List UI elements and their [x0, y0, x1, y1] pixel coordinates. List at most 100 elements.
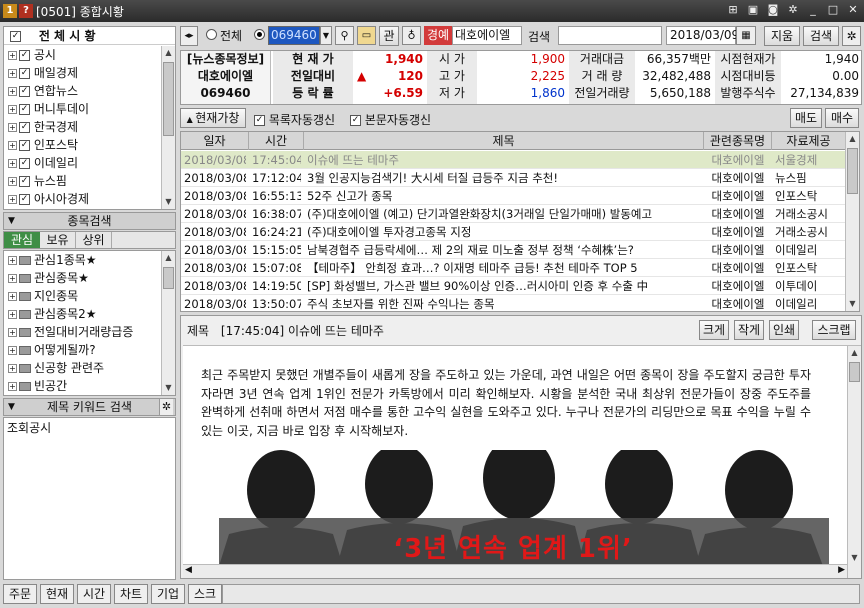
news-row[interactable]: 2018/03/08 15:15:05 남북경협주 급등락세에… 제 2의 재료 미…: [181, 241, 845, 259]
expand-icon[interactable]: +: [8, 141, 17, 150]
nav-arrows-icon[interactable]: ◂▸: [180, 26, 198, 46]
group-item[interactable]: + 전일대비거래량급증: [8, 323, 160, 341]
source-item[interactable]: + ✓ 이데일리: [8, 154, 160, 172]
source-checkbox[interactable]: ✓: [19, 140, 30, 151]
scroll-left-icon[interactable]: ◀: [185, 565, 192, 575]
source-item[interactable]: + ✓ 공시: [8, 46, 160, 64]
source-item[interactable]: + ✓ 머니투데이: [8, 100, 160, 118]
article-vscrollbar[interactable]: ▲ ▼: [847, 346, 861, 578]
date-field[interactable]: 2018/03/09: [666, 26, 739, 45]
maximize-icon[interactable]: □: [826, 3, 840, 17]
stock-search-header[interactable]: ▼ 종목검색: [3, 212, 176, 230]
keyword-value[interactable]: 조회공시: [4, 418, 175, 437]
col-date[interactable]: 일자: [181, 132, 249, 150]
expand-icon[interactable]: +: [8, 274, 17, 283]
source-checkbox[interactable]: ✓: [19, 104, 30, 115]
scroll-right-icon[interactable]: ▶: [838, 565, 845, 575]
chevron-down-icon[interactable]: ▼: [320, 26, 332, 45]
current-price-button[interactable]: ▲ 현재가창: [180, 108, 246, 128]
lock-icon[interactable]: ▣: [746, 3, 760, 17]
group-item[interactable]: + 관심종목★: [8, 269, 160, 287]
expand-icon[interactable]: +: [8, 195, 17, 204]
print-button[interactable]: 인쇄: [769, 320, 799, 340]
scrap-button[interactable]: 스크랩: [812, 320, 856, 340]
source-item[interactable]: + ✓ 연합뉴스: [8, 82, 160, 100]
sell-button[interactable]: 매도: [790, 108, 822, 128]
expand-icon[interactable]: +: [8, 382, 17, 391]
source-item[interactable]: + ✓ 아시아경제: [8, 190, 160, 208]
bottom-tab[interactable]: 현재: [40, 584, 74, 604]
expand-icon[interactable]: +: [8, 159, 17, 168]
group-scrollbar[interactable]: ▲ ▼: [161, 251, 175, 395]
expand-icon[interactable]: +: [8, 310, 17, 319]
expand-icon[interactable]: +: [8, 69, 17, 78]
source-checkbox[interactable]: ✓: [19, 86, 30, 97]
buy-button[interactable]: 매수: [825, 108, 859, 128]
source-checkbox[interactable]: ✓: [19, 50, 30, 61]
news-row[interactable]: 2018/03/08 14:19:50 [SP] 화성밸브, 가스관 밸브 90%이…: [181, 277, 845, 295]
news-row[interactable]: 2018/03/08 16:55:13 52주 신고가 종목 대호에이엘 인포스탁: [181, 187, 845, 205]
col-title[interactable]: 제목: [304, 132, 704, 150]
expand-icon[interactable]: +: [8, 328, 17, 337]
all-checkbox[interactable]: ✓: [10, 31, 21, 42]
group-item[interactable]: + 어떻게될까?: [8, 341, 160, 359]
group-item[interactable]: + 빈공간: [8, 377, 160, 395]
radio-code[interactable]: [254, 29, 265, 40]
camera-icon[interactable]: ◙: [766, 3, 780, 17]
news-row[interactable]: 2018/03/08 17:45:04 이슈에 뜨는 테마주 대호에이엘 서울경제: [181, 151, 845, 169]
collapse-icon[interactable]: ▼: [8, 399, 15, 415]
source-item[interactable]: + ✓ 매일경제: [8, 64, 160, 82]
bottom-tab[interactable]: 스크: [188, 584, 222, 604]
source-checkbox[interactable]: ✓: [19, 158, 30, 169]
source-checkbox[interactable]: ✓: [19, 176, 30, 187]
tab-holdings[interactable]: 보유: [40, 232, 76, 248]
bottom-tab[interactable]: 시간: [77, 584, 111, 604]
source-scrollbar[interactable]: ▲ ▼: [161, 46, 175, 209]
minimize-icon[interactable]: _: [806, 3, 820, 17]
group-item[interactable]: + 관심종목2★: [8, 305, 160, 323]
bottom-tab[interactable]: 차트: [114, 584, 148, 604]
settings-icon[interactable]: ✲: [786, 3, 800, 17]
search-button[interactable]: 검색: [803, 26, 839, 46]
group-item[interactable]: + 관심1종목★: [8, 251, 160, 269]
font-larger-button[interactable]: 크게: [699, 320, 729, 340]
news-row[interactable]: 2018/03/08 16:38:07 (주)대호에이엘 (예고) 단기과열완화장치…: [181, 205, 845, 223]
keyword-search-header[interactable]: ▼ 제목 키워드 검색 ✲: [3, 398, 176, 416]
auto-list-checkbox[interactable]: ✓: [254, 115, 265, 126]
col-time[interactable]: 시간: [249, 132, 304, 150]
stock-code-input[interactable]: 069460: [268, 26, 320, 45]
expand-icon[interactable]: +: [8, 177, 17, 186]
source-checkbox[interactable]: ✓: [19, 122, 30, 133]
tab-top[interactable]: 상위: [76, 232, 112, 248]
source-checkbox[interactable]: ✓: [19, 68, 30, 79]
expand-icon[interactable]: +: [8, 105, 17, 114]
col-source[interactable]: 자료제공: [772, 132, 845, 150]
tab-favorites[interactable]: 관심: [4, 232, 40, 248]
news-row[interactable]: 2018/03/08 13:50:07 주식 초보자를 위한 진짜 수익나는 종목 대…: [181, 295, 845, 311]
source-item[interactable]: + ✓ 뉴스핌: [8, 172, 160, 190]
group-item[interactable]: + 지인종목: [8, 287, 160, 305]
collapse-icon[interactable]: ▼: [8, 213, 15, 229]
news-row[interactable]: 2018/03/08 15:07:08 【테마주】 안희정 효과…? 이재명 테마주…: [181, 259, 845, 277]
source-item[interactable]: + ✓ 인포스탁: [8, 136, 160, 154]
search-input[interactable]: [558, 26, 662, 45]
link-icon[interactable]: ⊞: [726, 3, 740, 17]
col-stock[interactable]: 관련종목명: [704, 132, 772, 150]
folder-icon[interactable]: ▭: [357, 26, 376, 45]
gear-icon[interactable]: ✲: [842, 26, 861, 46]
auto-body-checkbox[interactable]: ✓: [350, 115, 361, 126]
radio-all[interactable]: [206, 29, 217, 40]
article-hscrollbar[interactable]: ◀ ▶: [183, 564, 847, 578]
calendar-icon[interactable]: ▦: [736, 26, 756, 45]
expand-icon[interactable]: +: [8, 51, 17, 60]
bottom-tab[interactable]: 주문: [3, 584, 37, 604]
expand-icon[interactable]: +: [8, 87, 17, 96]
kwan-button[interactable]: 관: [379, 26, 399, 46]
expand-icon[interactable]: +: [8, 364, 17, 373]
help-badge[interactable]: ?: [19, 4, 33, 18]
expand-icon[interactable]: +: [8, 346, 17, 355]
news-row[interactable]: 2018/03/08 16:24:21 (주)대호에이엘 투자경고종목 지정 대호에이…: [181, 223, 845, 241]
expand-icon[interactable]: +: [8, 123, 17, 132]
window-number-badge[interactable]: 1: [3, 4, 17, 18]
source-checkbox[interactable]: ✓: [19, 194, 30, 205]
